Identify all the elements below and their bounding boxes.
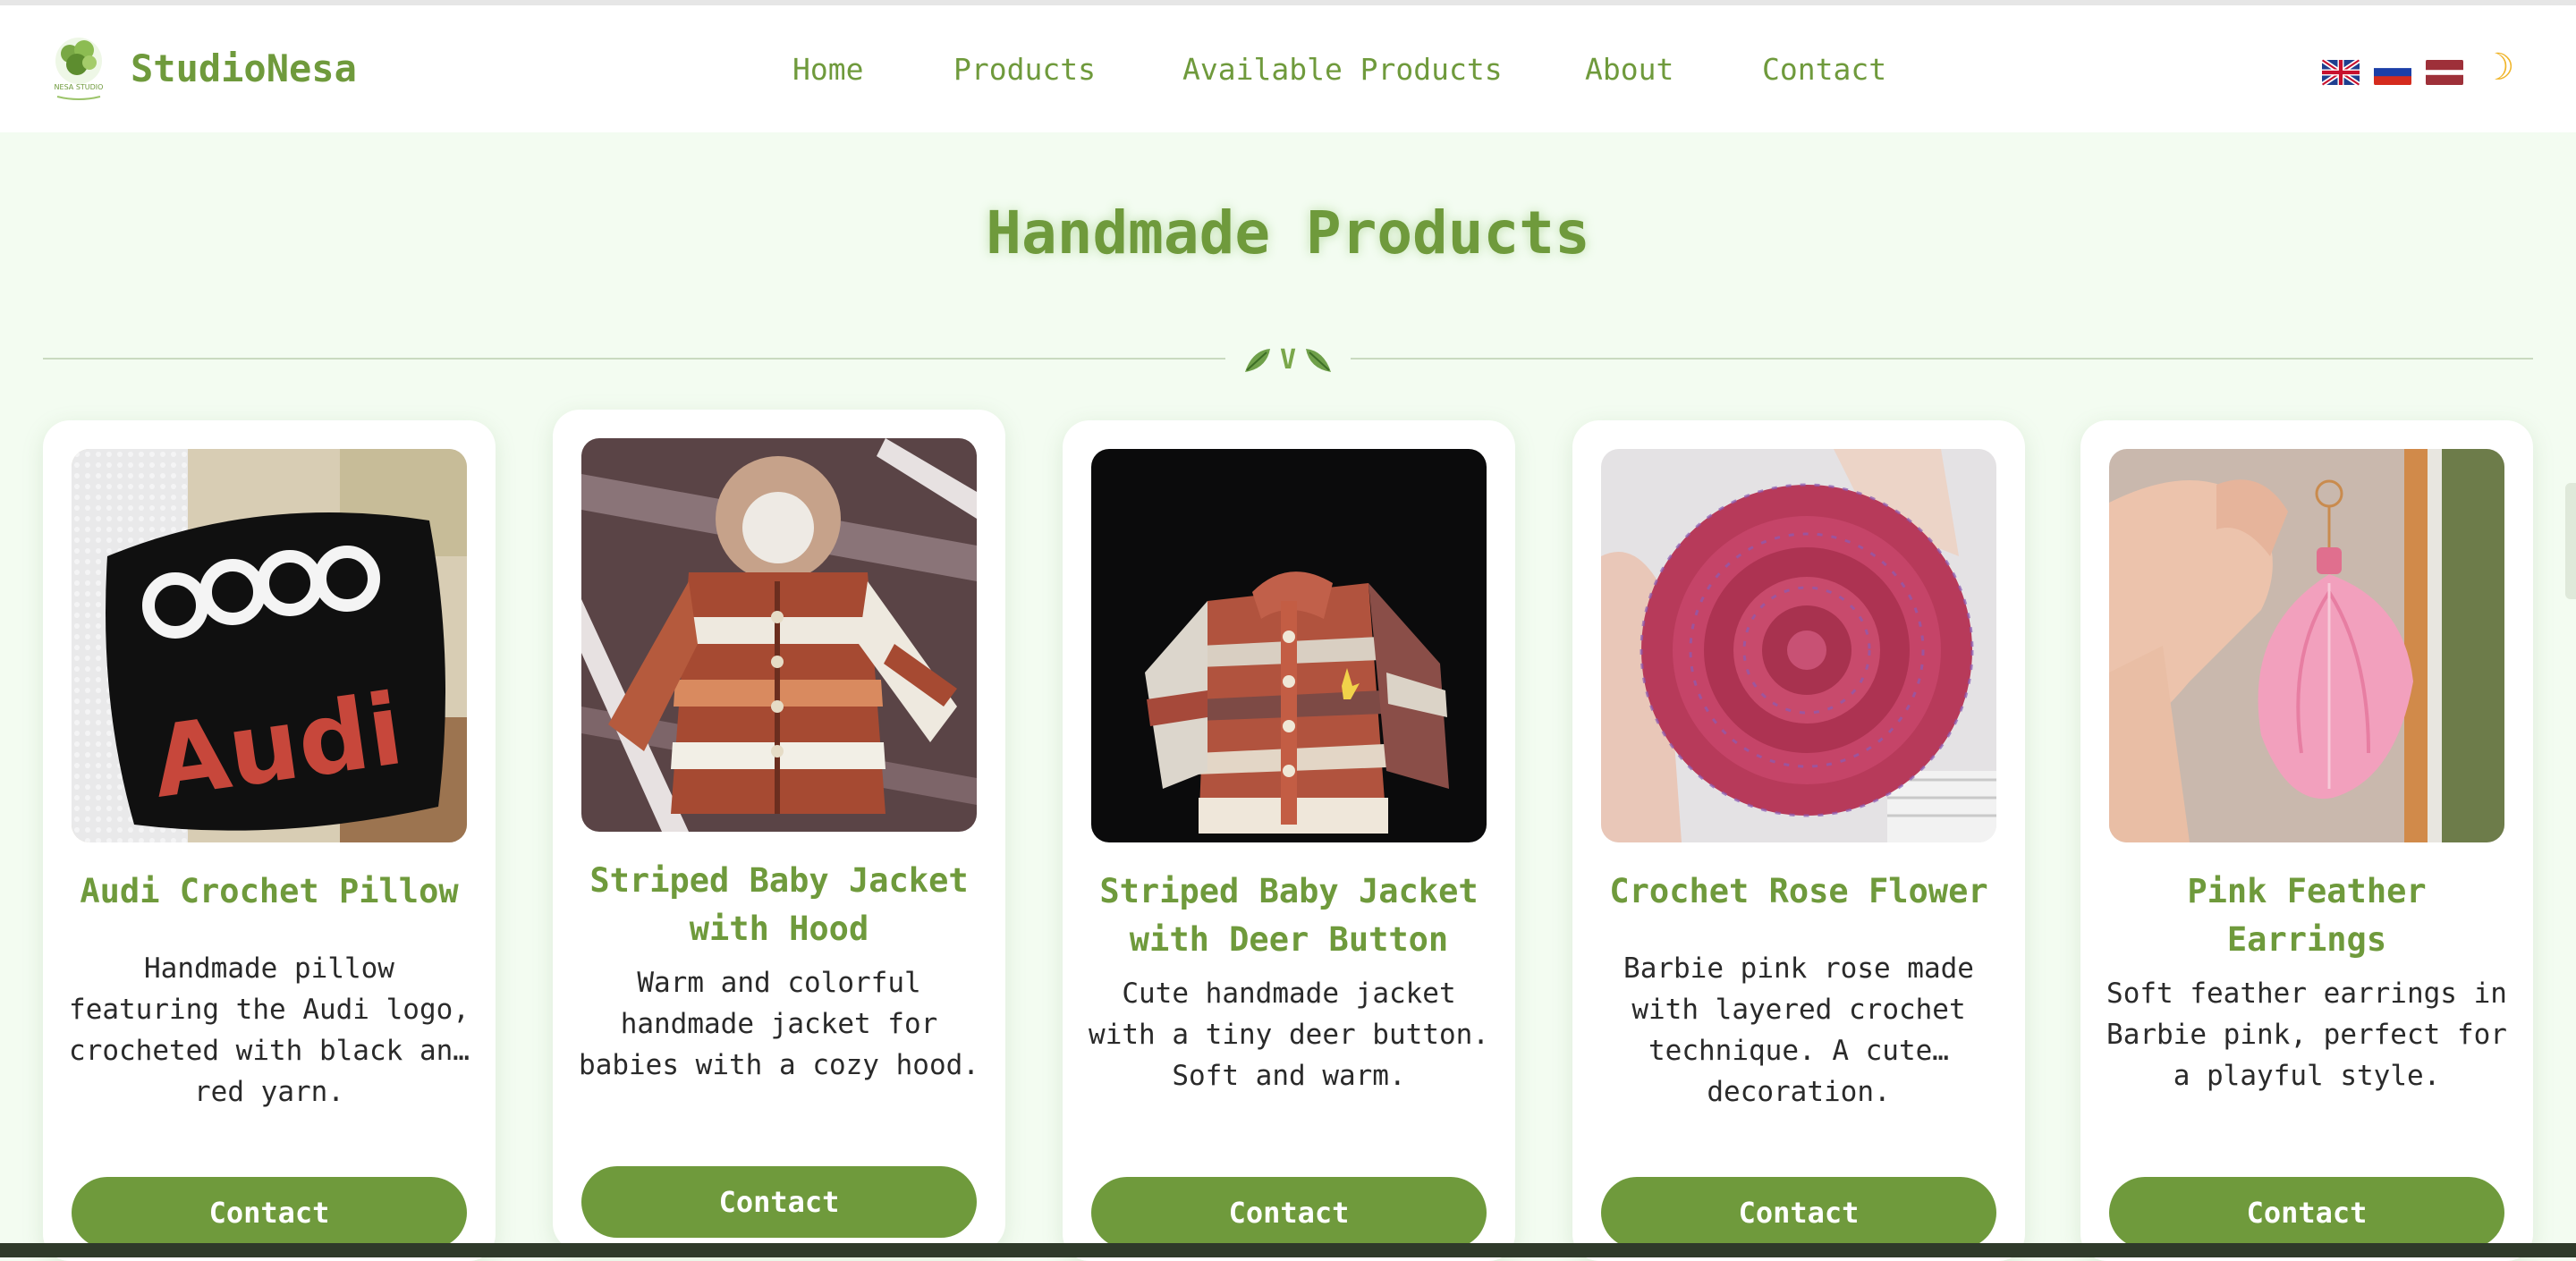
en-flag-icon[interactable] bbox=[2322, 59, 2360, 86]
main-nav: Home Products Available Products About C… bbox=[0, 52, 2576, 97]
page-title: Handmade Products bbox=[986, 199, 1590, 267]
nav-products[interactable]: Products bbox=[953, 52, 1096, 87]
contact-button[interactable]: Contact bbox=[72, 1177, 467, 1248]
product-title: Crochet Rose Flower bbox=[1609, 872, 1988, 910]
scrollbar-edge[interactable] bbox=[2565, 483, 2576, 599]
product-title: Audi Crochet Pillow bbox=[80, 872, 459, 910]
product-title: Striped Baby Jacket with Hood bbox=[589, 861, 969, 948]
contact-button[interactable]: Contact bbox=[1091, 1177, 1487, 1248]
product-card: Pink Feather Earrings Soft feather earri… bbox=[2080, 420, 2533, 1261]
product-photo-audi-pillow[interactable]: Audi bbox=[72, 449, 467, 842]
divider-line-left bbox=[43, 358, 1225, 360]
nav-contact[interactable]: Contact bbox=[1762, 52, 1886, 87]
contact-button[interactable]: Contact bbox=[581, 1166, 977, 1238]
product-card: Striped Baby Jacket with Hood Warm and c… bbox=[553, 410, 1005, 1250]
contact-button[interactable]: Contact bbox=[1601, 1177, 1996, 1248]
moon-icon[interactable]: ☽ bbox=[2492, 48, 2514, 86]
site-header: NESA STUDIO StudioNesa Home Products Ava… bbox=[0, 5, 2576, 132]
product-title: Striped Baby Jacket with Deer Button bbox=[1099, 872, 1479, 959]
product-description: Handmade pillow featuring the Audi logo,… bbox=[69, 952, 470, 1108]
product-card: Crochet Rose Flower Barbie pink rose mad… bbox=[1572, 420, 2025, 1261]
leaf-divider-icon: V bbox=[1245, 344, 1331, 376]
product-title: Pink Feather Earrings bbox=[2187, 872, 2427, 959]
nav-available-products[interactable]: Available Products bbox=[1182, 52, 1503, 87]
product-photo-rose[interactable] bbox=[1601, 449, 1996, 842]
product-description: Warm and colorful handmade jacket for ba… bbox=[579, 967, 979, 1081]
nav-home[interactable]: Home bbox=[792, 52, 863, 87]
nav-about[interactable]: About bbox=[1585, 52, 1674, 87]
product-photo-deer-jacket[interactable] bbox=[1091, 449, 1487, 842]
contact-button[interactable]: Contact bbox=[2109, 1177, 2504, 1248]
product-photo-hood-jacket[interactable] bbox=[581, 438, 977, 832]
lv-flag-icon[interactable] bbox=[2426, 59, 2463, 86]
product-description: Barbie pink rose made with layered croch… bbox=[1623, 952, 1974, 1108]
svg-text:V: V bbox=[1280, 344, 1296, 376]
product-card: Striped Baby Jacket with Deer Button Cut… bbox=[1063, 420, 1515, 1261]
divider-line-right bbox=[1351, 358, 2533, 360]
ru-flag-icon[interactable] bbox=[2374, 59, 2411, 86]
dock-strip bbox=[0, 1243, 2576, 1257]
product-description: Soft feather earrings in Barbie pink, pe… bbox=[2106, 977, 2507, 1092]
product-photo-earrings[interactable] bbox=[2109, 449, 2504, 842]
product-card: Audi Audi Crochet Pillow Handmade pillow… bbox=[43, 420, 496, 1261]
product-description: Cute handmade jacket with a tiny deer bu… bbox=[1089, 977, 1489, 1092]
